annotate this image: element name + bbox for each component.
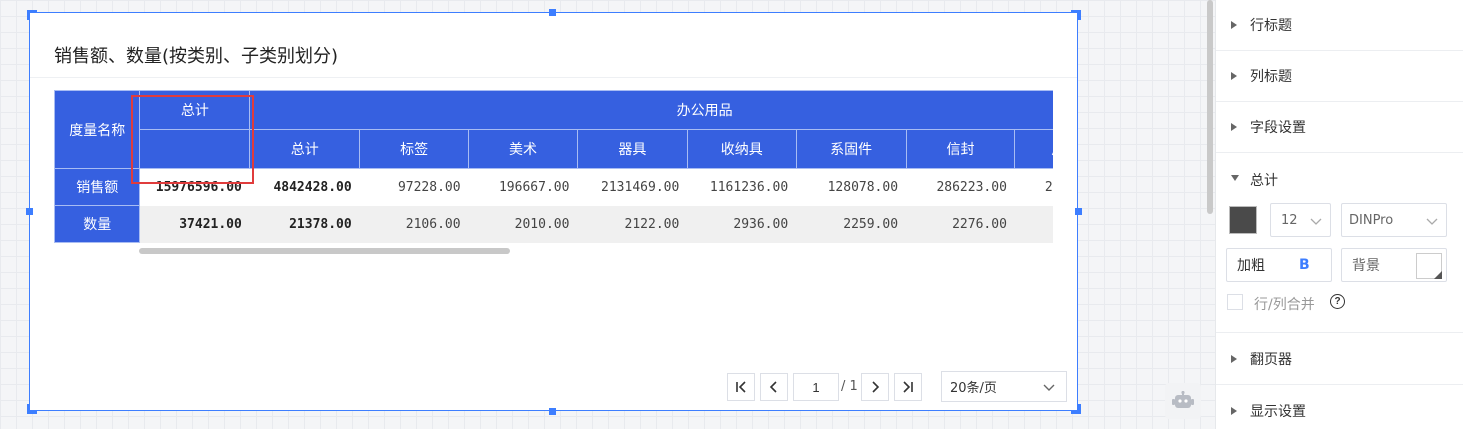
- table-cell[interactable]: 287: [1015, 169, 1053, 206]
- prev-page-button[interactable]: [760, 373, 788, 401]
- table-row: 数量 37421.00 21378.00 2106.00 2010.00 212…: [54, 205, 1053, 243]
- resize-handle-left[interactable]: [26, 208, 33, 215]
- section-column-title[interactable]: 列标题: [1216, 51, 1463, 102]
- table-cell[interactable]: 2276.00: [906, 205, 1015, 243]
- table-cell[interactable]: 2122.00: [577, 205, 688, 243]
- page-total: / 1: [841, 379, 858, 394]
- panel-scrollbar[interactable]: [1207, 0, 1213, 214]
- bold-icon: B: [1299, 257, 1310, 273]
- assistant-button[interactable]: [1165, 383, 1201, 419]
- resize-handle-top[interactable]: [549, 9, 556, 16]
- corner-header: 度量名称: [54, 90, 141, 169]
- sub-header-fasteners[interactable]: 系固件: [795, 129, 907, 169]
- col-header-office-supplies[interactable]: 办公用品: [249, 90, 1053, 130]
- table-cell[interactable]: 97228.00: [360, 169, 469, 206]
- sub-header-supplies[interactable]: 用品: [1014, 129, 1053, 169]
- merge-checkbox[interactable]: [1227, 294, 1243, 310]
- sub-header-art[interactable]: 美术: [468, 129, 578, 169]
- font-size-select[interactable]: 12: [1270, 203, 1331, 237]
- section-label: 翻页器: [1250, 352, 1292, 368]
- table-cell[interactable]: 1161236.00: [687, 169, 796, 206]
- last-page-icon: [903, 381, 913, 393]
- table-cell[interactable]: 196667.00: [469, 169, 578, 206]
- table-cell[interactable]: 37421.00: [139, 205, 250, 243]
- first-page-icon: [736, 381, 746, 393]
- font-family-value: DINPro: [1349, 212, 1394, 228]
- resize-handle-right[interactable]: [1075, 208, 1082, 215]
- table-cell[interactable]: 21378.00: [249, 205, 360, 243]
- sub-header-labels[interactable]: 标签: [359, 129, 470, 169]
- chevron-down-icon: [1310, 218, 1322, 225]
- first-page-button[interactable]: [727, 373, 755, 401]
- widget-title: 销售额、数量(按类别、子类别划分): [54, 46, 339, 67]
- sub-header-empty[interactable]: [139, 129, 251, 169]
- font-color-picker[interactable]: [1229, 206, 1257, 234]
- sub-header-total[interactable]: 总计: [249, 129, 361, 169]
- caret-right-icon: [1231, 123, 1237, 131]
- caret-right-icon: [1231, 406, 1237, 415]
- help-icon[interactable]: ?: [1330, 294, 1345, 309]
- page-size-value: 20条/页: [950, 381, 997, 396]
- font-family-select[interactable]: DINPro: [1341, 203, 1447, 237]
- title-divider: [30, 77, 1077, 78]
- section-label: 行标题: [1250, 18, 1292, 34]
- background-label: 背景: [1352, 258, 1380, 274]
- bold-label: 加粗: [1237, 258, 1265, 274]
- background-color-picker[interactable]: 背景: [1341, 248, 1447, 282]
- page-number-input[interactable]: [793, 373, 839, 401]
- bold-toggle[interactable]: 加粗 B: [1226, 248, 1332, 282]
- row-header-sales[interactable]: 销售额: [54, 168, 141, 206]
- table-widget[interactable]: 销售额、数量(按类别、子类别划分) 度量名称 总计 办公用品 总计 标签 美术 …: [29, 12, 1078, 411]
- table-cell[interactable]: 286223.00: [906, 169, 1015, 206]
- page-size-select[interactable]: 20条/页: [941, 371, 1067, 402]
- table-cell[interactable]: 2010.00: [468, 205, 578, 243]
- next-page-button[interactable]: [861, 373, 889, 401]
- pivot-table: 度量名称 总计 办公用品 总计 标签 美术 器具 收纳具 系固件 信封 用品 销…: [54, 90, 1053, 245]
- section-display-settings[interactable]: 显示设置: [1216, 385, 1463, 429]
- color-swatch-icon: [1416, 253, 1442, 279]
- section-field-settings[interactable]: 字段设置: [1216, 102, 1463, 153]
- sub-header-storage[interactable]: 收纳具: [686, 129, 797, 169]
- table-cell[interactable]: 2936.00: [687, 205, 797, 243]
- section-label: 列标题: [1250, 69, 1292, 85]
- table-row: 销售额 15976596.00 4842428.00 97228.00 1966…: [54, 168, 1053, 206]
- caret-right-icon: [1231, 21, 1237, 29]
- section-label: 显示设置: [1250, 403, 1306, 420]
- chevron-down-icon: [1426, 218, 1438, 225]
- caret-right-icon: [1231, 72, 1237, 80]
- table-cell[interactable]: 2259.00: [796, 205, 907, 243]
- merge-label: 行/列合并: [1254, 297, 1315, 313]
- section-label: 总计: [1250, 173, 1278, 189]
- resize-handle-bottom[interactable]: [549, 408, 556, 415]
- sub-header-envelopes[interactable]: 信封: [905, 129, 1016, 169]
- sub-header-appliances[interactable]: 器具: [576, 129, 688, 169]
- chevron-right-icon: [872, 381, 880, 393]
- font-size-value: 12: [1281, 212, 1298, 228]
- robot-icon: [1172, 391, 1194, 408]
- table-cell[interactable]: 2: [1014, 205, 1053, 243]
- table-cell[interactable]: 2106.00: [359, 205, 469, 243]
- resize-handle-top-left[interactable]: [27, 10, 37, 20]
- chevron-down-icon: [1043, 384, 1055, 391]
- horizontal-scrollbar[interactable]: [139, 248, 510, 254]
- chevron-left-icon: [769, 381, 777, 393]
- caret-down-icon: [1231, 175, 1239, 181]
- section-pager[interactable]: 翻页器: [1216, 334, 1463, 385]
- resize-handle-bottom-left[interactable]: [27, 404, 37, 414]
- table-cell[interactable]: 2131469.00: [577, 169, 687, 206]
- table-cell[interactable]: 15976596.00: [140, 169, 250, 206]
- table-cell[interactable]: 128078.00: [796, 169, 906, 206]
- resize-handle-top-right[interactable]: [1071, 10, 1081, 20]
- caret-right-icon: [1231, 355, 1237, 363]
- section-row-title[interactable]: 行标题: [1216, 0, 1463, 51]
- row-header-quantity[interactable]: 数量: [54, 205, 141, 243]
- col-header-total[interactable]: 总计: [139, 90, 251, 130]
- table-cell[interactable]: 4842428.00: [250, 169, 360, 206]
- section-label: 字段设置: [1250, 120, 1306, 136]
- last-page-button[interactable]: [894, 373, 922, 401]
- resize-handle-bottom-right[interactable]: [1071, 404, 1081, 414]
